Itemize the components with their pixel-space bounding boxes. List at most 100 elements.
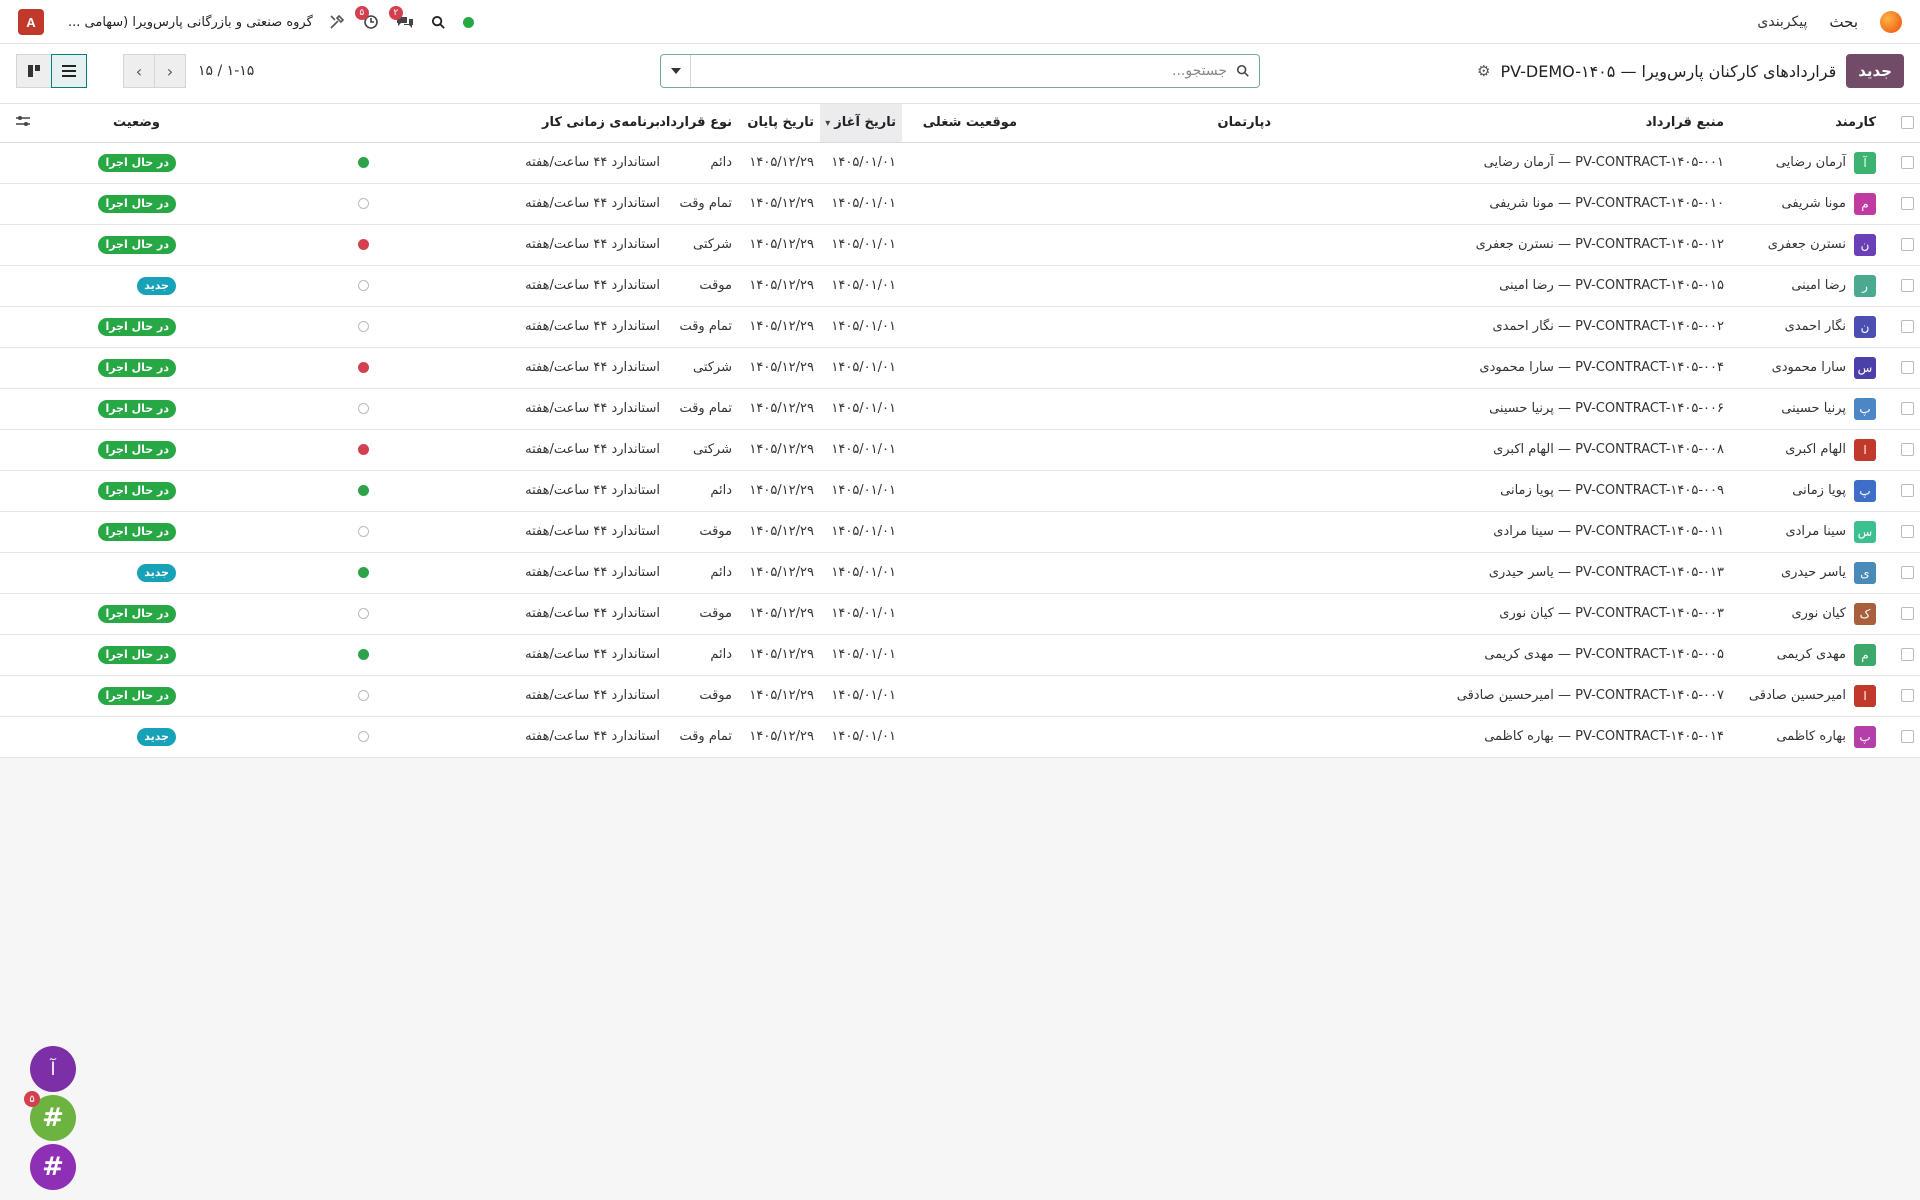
employee-avatar[interactable]: ن [1854, 233, 1876, 256]
employee-avatar[interactable]: ر [1854, 274, 1876, 297]
employee-avatar[interactable]: ن [1854, 315, 1876, 338]
activity-cell[interactable] [346, 265, 446, 307]
row-checkbox-cell[interactable] [1882, 593, 1920, 635]
employee-cell[interactable]: ی یاسر حیدری [1732, 552, 1882, 594]
activity-cell[interactable] [346, 634, 446, 676]
activity-status-dot[interactable] [358, 403, 369, 414]
row-checkbox-cell[interactable] [1882, 634, 1920, 676]
select-all-checkbox-cell[interactable] [1882, 104, 1920, 143]
table-row[interactable]: ن نگار احمدی PV-CONTRACT-۱۴۰۵-۰۰۲ — نگار ا… [0, 306, 1920, 348]
employee-cell[interactable]: م مونا شریفی [1732, 183, 1882, 225]
column-header-activity[interactable] [346, 104, 446, 143]
employee-avatar[interactable]: پ [1854, 725, 1876, 748]
employee-cell[interactable]: ک کیان نوری [1732, 593, 1882, 635]
activity-cell[interactable] [346, 716, 446, 758]
employee-avatar[interactable]: ک [1854, 602, 1876, 625]
presence-status-dot[interactable] [462, 16, 474, 28]
activity-cell[interactable] [346, 593, 446, 635]
activity-status-dot[interactable] [358, 526, 369, 537]
employee-cell[interactable]: م مهدی کریمی [1732, 634, 1882, 676]
activity-status-dot[interactable] [358, 239, 369, 250]
employee-avatar[interactable]: ا [1854, 684, 1876, 707]
activity-cell[interactable] [346, 511, 446, 553]
row-checkbox-cell[interactable] [1882, 265, 1920, 307]
row-checkbox-cell[interactable] [1882, 511, 1920, 553]
column-header-start-date[interactable]: تاریخ آغاز▾ [820, 104, 902, 143]
employee-avatar[interactable]: ی [1854, 561, 1876, 584]
employee-avatar[interactable]: م [1854, 643, 1876, 666]
chat-bubble[interactable]: # [30, 1144, 76, 1190]
employee-cell[interactable]: س سارا محمودی [1732, 347, 1882, 389]
employee-cell[interactable]: آ آرمان رضایی [1732, 142, 1882, 184]
search-input[interactable] [691, 56, 1227, 86]
table-row[interactable]: پ پویا زمانی PV-CONTRACT-۱۴۰۵-۰۰۹ — پویا ز… [0, 470, 1920, 512]
table-row[interactable]: ک کیان نوری PV-CONTRACT-۱۴۰۵-۰۰۳ — کیان نو… [0, 593, 1920, 635]
row-checkbox-cell[interactable] [1882, 347, 1920, 389]
column-header-status[interactable]: وضعیت [0, 104, 266, 143]
row-checkbox-cell[interactable] [1882, 224, 1920, 266]
list-view-icon[interactable] [51, 54, 87, 88]
pager-value[interactable]: ۱-۱۵ / ۱۵ [198, 63, 254, 79]
row-checkbox[interactable] [1901, 566, 1914, 579]
menu-configuration[interactable]: پیکربندی [1757, 14, 1807, 30]
app-name[interactable]: بحث [1829, 13, 1858, 31]
pager-next-icon[interactable]: › [154, 54, 186, 88]
activity-cell[interactable] [346, 142, 446, 184]
row-checkbox-cell[interactable] [1882, 388, 1920, 430]
table-row[interactable]: پ پرنیا حسینی PV-CONTRACT-۱۴۰۵-۰۰۶ — پرنیا… [0, 388, 1920, 430]
row-checkbox[interactable] [1901, 730, 1914, 743]
activity-cell[interactable] [346, 347, 446, 389]
employee-cell[interactable]: ن نگار احمدی [1732, 306, 1882, 348]
chat-bubble[interactable]: آ [30, 1046, 76, 1092]
row-checkbox-cell[interactable] [1882, 306, 1920, 348]
employee-avatar[interactable]: ا [1854, 438, 1876, 461]
table-row[interactable]: ی یاسر حیدری PV-CONTRACT-۱۴۰۵-۰۱۳ — یاسر ح… [0, 552, 1920, 594]
employee-cell[interactable]: پ پرنیا حسینی [1732, 388, 1882, 430]
row-checkbox-cell[interactable] [1882, 429, 1920, 471]
row-checkbox[interactable] [1901, 402, 1914, 415]
activity-status-dot[interactable] [358, 198, 369, 209]
row-checkbox-cell[interactable] [1882, 675, 1920, 717]
employee-cell[interactable]: پ پویا زمانی [1732, 470, 1882, 512]
table-row[interactable]: م مونا شریفی PV-CONTRACT-۱۴۰۵-۰۱۰ — مونا ش… [0, 183, 1920, 225]
table-row[interactable]: س سارا محمودی PV-CONTRACT-۱۴۰۵-۰۰۴ — سارا … [0, 347, 1920, 389]
column-header-department[interactable]: دپارتمان [1067, 104, 1277, 143]
column-header-end-date[interactable]: تاریخ پایان [738, 104, 820, 143]
row-checkbox[interactable] [1901, 648, 1914, 661]
table-row[interactable]: س سینا مرادی PV-CONTRACT-۱۴۰۵-۰۱۱ — سینا م… [0, 511, 1920, 553]
employee-cell[interactable]: ن نسترن جعفری [1732, 224, 1882, 266]
activity-status-dot[interactable] [358, 649, 369, 660]
column-header-reference[interactable]: منبع قرارداد [1277, 104, 1732, 143]
row-checkbox[interactable] [1901, 320, 1914, 333]
activity-cell[interactable] [346, 470, 446, 512]
row-checkbox-cell[interactable] [1882, 716, 1920, 758]
row-checkbox[interactable] [1901, 361, 1914, 374]
row-checkbox[interactable] [1901, 484, 1914, 497]
row-checkbox-cell[interactable] [1882, 142, 1920, 184]
row-checkbox[interactable] [1901, 156, 1914, 169]
employee-cell[interactable]: ا الهام اکبری [1732, 429, 1882, 471]
table-row[interactable]: ن نسترن جعفری PV-CONTRACT-۱۴۰۵-۰۱۲ — نسترن… [0, 224, 1920, 266]
row-checkbox-cell[interactable] [1882, 470, 1920, 512]
column-header-job[interactable]: موقعیت شغلی [902, 104, 1067, 143]
table-row[interactable]: ا امیرحسین صادقی PV-CONTRACT-۱۴۰۵-۰۰۷ — ام… [0, 675, 1920, 717]
gear-icon[interactable]: ⚙ [1477, 62, 1490, 80]
row-checkbox-cell[interactable] [1882, 552, 1920, 594]
employee-avatar[interactable]: س [1854, 520, 1876, 543]
optional-columns-toggle-icon[interactable] [16, 115, 30, 131]
activity-cell[interactable] [346, 675, 446, 717]
messages-icon[interactable]: ۲ [388, 6, 415, 32]
row-checkbox[interactable] [1901, 607, 1914, 620]
activity-status-dot[interactable] [358, 567, 369, 578]
employee-avatar[interactable]: م [1854, 192, 1876, 215]
table-row[interactable]: پ بهاره کاظمی PV-CONTRACT-۱۴۰۵-۰۱۴ — بهاره… [0, 716, 1920, 758]
column-header-employee[interactable]: کارمند [1732, 104, 1882, 143]
chat-bubble[interactable]: #۵ [24, 1091, 76, 1141]
employee-cell[interactable]: س سینا مرادی [1732, 511, 1882, 553]
table-row[interactable]: م مهدی کریمی PV-CONTRACT-۱۴۰۵-۰۰۵ — مهدی ک… [0, 634, 1920, 676]
column-header-contract-type[interactable]: نوع قرارداد [659, 104, 738, 143]
pager-previous-icon[interactable]: ‹ [123, 54, 155, 88]
table-row[interactable]: آ آرمان رضایی PV-CONTRACT-۱۴۰۵-۰۰۱ — آرمان… [0, 142, 1920, 184]
employee-avatar[interactable]: آ [1854, 151, 1876, 174]
activity-status-dot[interactable] [358, 362, 369, 373]
